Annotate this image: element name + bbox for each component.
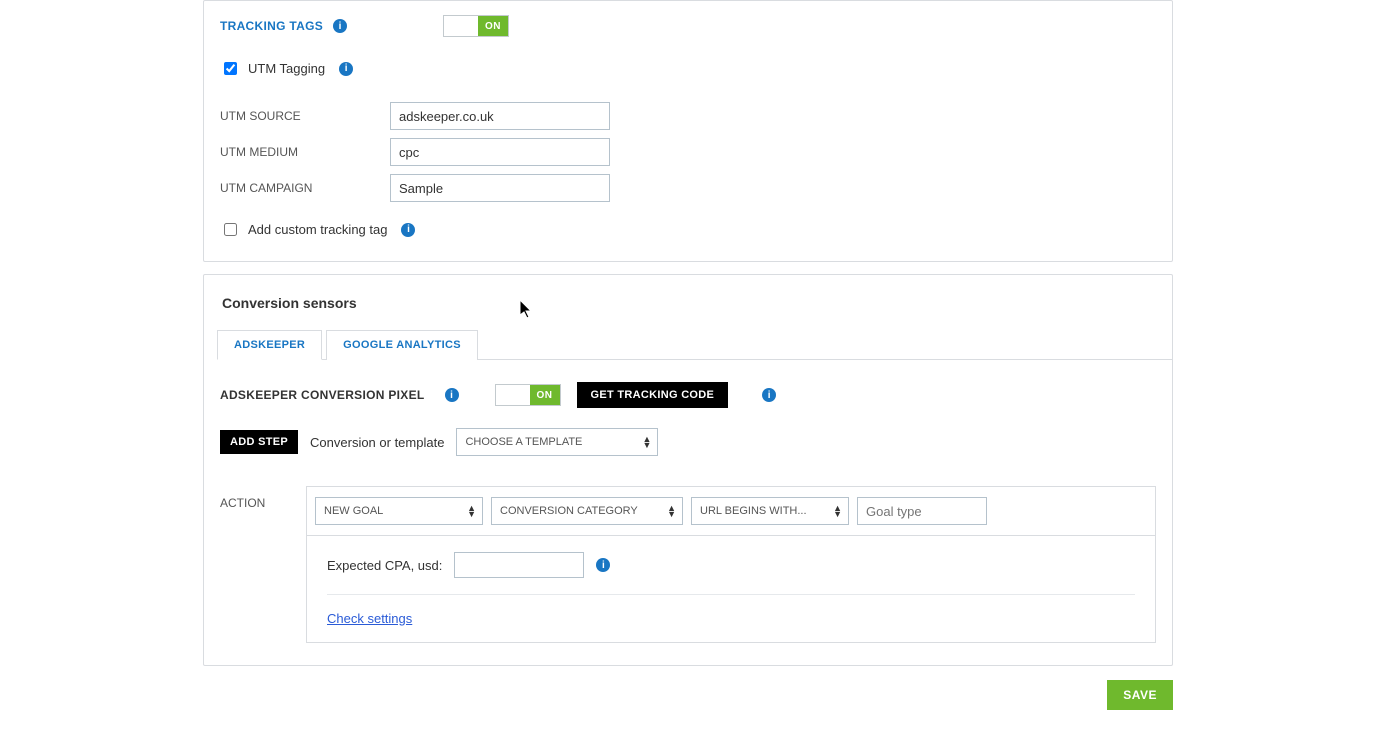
add-custom-tracking-label: Add custom tracking tag <box>248 222 387 237</box>
sort-arrows-icon: ▲▼ <box>667 505 676 517</box>
utm-campaign-input[interactable] <box>390 174 610 202</box>
conversion-or-template-label: Conversion or template <box>310 435 444 450</box>
save-button[interactable]: SAVE <box>1107 680 1173 710</box>
info-icon[interactable]: i <box>339 62 353 76</box>
info-icon[interactable]: i <box>401 223 415 237</box>
goal-type-input[interactable] <box>857 497 987 525</box>
conversion-tabs: ADSKEEPER GOOGLE ANALYTICS <box>217 329 1173 360</box>
check-settings-link[interactable]: Check settings <box>327 611 412 626</box>
conversion-category-value: CONVERSION CATEGORY <box>500 505 638 517</box>
tab-google-analytics[interactable]: GOOGLE ANALYTICS <box>326 330 478 360</box>
action-block: NEW GOAL ▲▼ CONVERSION CATEGORY ▲▼ URL B… <box>306 486 1156 643</box>
tracking-toggle[interactable]: ON <box>443 15 509 37</box>
tracking-tags-title: TRACKING TAGS <box>220 19 323 33</box>
info-icon[interactable]: i <box>596 558 610 572</box>
utm-source-label: UTM SOURCE <box>220 109 390 123</box>
utm-tagging-label: UTM Tagging <box>248 61 325 76</box>
info-icon[interactable]: i <box>333 19 347 33</box>
sort-arrows-icon: ▲▼ <box>643 436 652 448</box>
expected-cpa-label: Expected CPA, usd: <box>327 558 442 573</box>
toggle-on-label: ON <box>478 16 508 36</box>
new-goal-select[interactable]: NEW GOAL ▲▼ <box>315 497 483 525</box>
get-tracking-code-button[interactable]: GET TRACKING CODE <box>577 382 729 408</box>
tab-adskeeper[interactable]: ADSKEEPER <box>217 330 322 360</box>
url-begins-select[interactable]: URL BEGINS WITH... ▲▼ <box>691 497 849 525</box>
expected-cpa-input[interactable] <box>454 552 584 578</box>
info-icon[interactable]: i <box>445 388 459 402</box>
toggle-on-label: ON <box>530 385 560 405</box>
sort-arrows-icon: ▲▼ <box>467 505 476 517</box>
url-begins-value: URL BEGINS WITH... <box>700 505 807 517</box>
pixel-label: ADSKEEPER CONVERSION PIXEL <box>220 388 425 402</box>
pixel-toggle[interactable]: ON <box>495 384 561 406</box>
conversion-sensors-panel: Conversion sensors ADSKEEPER GOOGLE ANAL… <box>203 274 1173 666</box>
info-icon[interactable]: i <box>762 388 776 402</box>
choose-template-value: CHOOSE A TEMPLATE <box>465 436 582 448</box>
action-label: ACTION <box>220 480 290 510</box>
conversion-category-select[interactable]: CONVERSION CATEGORY ▲▼ <box>491 497 683 525</box>
add-step-button[interactable]: ADD STEP <box>220 430 298 454</box>
utm-medium-input[interactable] <box>390 138 610 166</box>
sort-arrows-icon: ▲▼ <box>833 505 842 517</box>
utm-source-input[interactable] <box>390 102 610 130</box>
choose-template-select[interactable]: CHOOSE A TEMPLATE ▲▼ <box>456 428 658 456</box>
utm-tagging-checkbox[interactable] <box>224 62 237 75</box>
new-goal-value: NEW GOAL <box>324 505 383 517</box>
conversion-sensors-title: Conversion sensors <box>222 295 1154 311</box>
tracking-tags-panel: TRACKING TAGS i ON UTM Tagging i UTM SOU… <box>203 0 1173 262</box>
utm-campaign-label: UTM CAMPAIGN <box>220 181 390 195</box>
utm-medium-label: UTM MEDIUM <box>220 145 390 159</box>
add-custom-tracking-checkbox[interactable] <box>224 223 237 236</box>
